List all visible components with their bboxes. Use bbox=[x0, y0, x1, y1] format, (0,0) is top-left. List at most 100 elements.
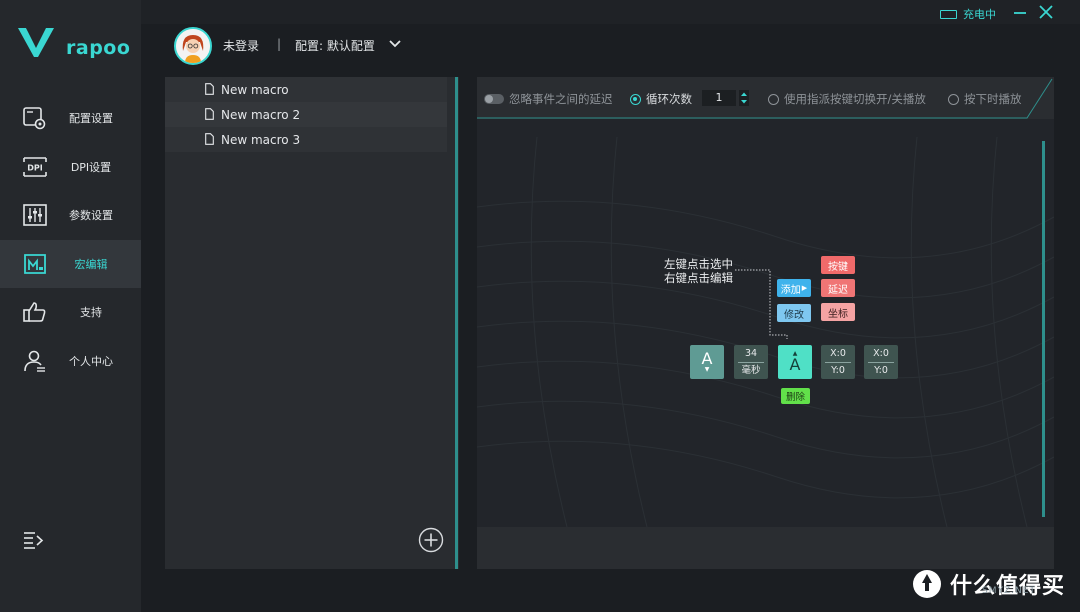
macro-name: New macro 3 bbox=[221, 132, 301, 147]
v-logo-icon bbox=[18, 28, 54, 57]
delay-event[interactable]: 34 毫秒 bbox=[734, 345, 768, 379]
sidebar-item-config[interactable]: 配置设置 bbox=[0, 94, 141, 143]
loop-count-stepper[interactable] bbox=[739, 90, 749, 106]
add-action-label: 添加 bbox=[780, 284, 801, 296]
sidebar-item-label: 宏编辑 bbox=[74, 257, 108, 271]
sidebar-item-label: DPI设置 bbox=[70, 160, 112, 174]
sidebar-item-label: 支持 bbox=[80, 306, 102, 320]
add-action-button[interactable]: 添加 ▶ bbox=[777, 279, 811, 297]
delay-value: 34 bbox=[744, 347, 758, 359]
macro-list-scrollbar[interactable] bbox=[455, 77, 458, 569]
user-icon bbox=[24, 350, 45, 372]
insert-coord-button[interactable]: 坐标 bbox=[821, 303, 855, 321]
header-separator: | bbox=[277, 37, 282, 51]
insert-coord-label: 坐标 bbox=[828, 308, 848, 320]
key-label: A bbox=[789, 355, 801, 374]
macro-list: New macro New macro 2 New macro 3 bbox=[165, 77, 447, 152]
list-item[interactable]: New macro 3 bbox=[165, 127, 447, 152]
avatar[interactable] bbox=[174, 27, 212, 65]
delete-event-button[interactable]: 删除 bbox=[781, 388, 810, 404]
login-status[interactable]: 未登录 bbox=[223, 37, 259, 54]
delay-unit: 毫秒 bbox=[741, 364, 761, 376]
watermark-logo-icon bbox=[913, 570, 941, 598]
background-grid-pattern bbox=[477, 136, 1054, 528]
macro-list-panel: New macro New macro 2 New macro 3 bbox=[165, 77, 459, 569]
sidebar-item-profile[interactable]: 个人中心 bbox=[0, 337, 141, 386]
sidebar-nav: 配置设置 DPI DPI设置 参数设置 宏编辑 支持 个人中心 bbox=[0, 94, 141, 385]
radio-loop-count[interactable] bbox=[630, 93, 641, 105]
macro-options-bar: 忽略事件之间的延迟 循环次数 1 使用指派按键切换开/关播放 按下时播放 bbox=[477, 77, 1054, 119]
title-bar: 充电中 bbox=[141, 0, 1080, 24]
file-icon bbox=[205, 108, 214, 120]
editor-footer bbox=[477, 527, 1054, 569]
coord-x: X:0 bbox=[830, 347, 846, 359]
key-up-event[interactable]: ▲ A bbox=[778, 345, 812, 379]
macro-name: New macro 2 bbox=[221, 107, 301, 122]
toggle-assigned-label: 使用指派按键切换开/关播放 bbox=[784, 92, 926, 106]
charge-status: 充电中 bbox=[940, 6, 996, 22]
list-item[interactable]: New macro 2 bbox=[165, 102, 447, 127]
coord-event[interactable]: X:0 Y:0 bbox=[821, 345, 855, 379]
svg-text:DPI: DPI bbox=[27, 163, 43, 172]
editor-scrollbar[interactable] bbox=[1042, 141, 1045, 517]
toggle-switch[interactable] bbox=[484, 94, 504, 104]
rapoo-logo: rapoo bbox=[18, 26, 131, 62]
radio-toggle-assigned[interactable] bbox=[768, 93, 779, 105]
close-icon[interactable] bbox=[1038, 4, 1054, 20]
sidebar-item-label: 个人中心 bbox=[69, 354, 113, 368]
macro-icon bbox=[24, 253, 46, 274]
coord-y: Y:0 bbox=[874, 364, 888, 376]
hint-right-click: 右键点击编辑 bbox=[664, 271, 733, 285]
loop-count-option[interactable]: 循环次数 bbox=[630, 91, 692, 107]
insert-key-label: 按键 bbox=[828, 261, 848, 273]
loop-count-input[interactable]: 1 bbox=[702, 90, 736, 106]
toggle-assigned-option[interactable]: 使用指派按键切换开/关播放 bbox=[768, 91, 926, 107]
insert-delay-button[interactable]: 延迟 bbox=[821, 279, 855, 297]
radio-play-while-pressed[interactable] bbox=[948, 93, 959, 105]
file-icon bbox=[205, 133, 214, 145]
tile-divider bbox=[868, 361, 894, 363]
watermark: 什么值得买 SMYZ.NET bbox=[912, 568, 1065, 600]
collapse-menu-icon[interactable] bbox=[22, 530, 44, 550]
coord-x: X:0 bbox=[873, 347, 889, 359]
sliders-icon bbox=[23, 204, 47, 226]
modify-action-button[interactable]: 修改 bbox=[777, 304, 811, 322]
key-down-arrow-icon: ▼ bbox=[704, 366, 710, 373]
charge-status-text: 充电中 bbox=[963, 8, 996, 21]
coord-event[interactable]: X:0 Y:0 bbox=[864, 345, 898, 379]
config-icon bbox=[23, 107, 46, 130]
sidebar-item-support[interactable]: 支持 bbox=[0, 288, 141, 337]
add-macro-button[interactable] bbox=[418, 527, 444, 553]
key-down-event[interactable]: A ▼ bbox=[690, 345, 724, 379]
avatar-icon bbox=[176, 29, 210, 63]
sidebar-item-label: 参数设置 bbox=[69, 209, 113, 223]
play-while-pressed-option[interactable]: 按下时播放 bbox=[948, 91, 1022, 107]
list-item[interactable]: New macro bbox=[165, 77, 447, 102]
ignore-delay-label: 忽略事件之间的延迟 bbox=[509, 92, 613, 106]
config-selector[interactable]: 配置: 默认配置 bbox=[295, 37, 375, 54]
tile-divider bbox=[738, 361, 764, 363]
file-icon bbox=[205, 83, 214, 95]
battery-icon bbox=[940, 9, 957, 19]
dpi-icon: DPI bbox=[23, 156, 47, 177]
header: 未登录 | 配置: 默认配置 bbox=[141, 24, 1080, 74]
sidebar: rapoo 配置设置 DPI DPI设置 参数设置 宏编辑 支持 个人中心 bbox=[0, 0, 141, 612]
sidebar-item-macro[interactable]: 宏编辑 bbox=[0, 239, 141, 288]
insert-delay-label: 延迟 bbox=[828, 284, 848, 296]
macro-editor: 忽略事件之间的延迟 循环次数 1 使用指派按键切换开/关播放 按下时播放 左键点… bbox=[477, 77, 1054, 569]
delete-event-label: 删除 bbox=[785, 392, 805, 403]
play-while-pressed-label: 按下时播放 bbox=[964, 92, 1022, 106]
ignore-delay-toggle[interactable]: 忽略事件之间的延迟 bbox=[484, 91, 613, 107]
hint-left-click: 左键点击选中 bbox=[664, 257, 733, 271]
brand-text: rapoo bbox=[66, 37, 131, 59]
sidebar-item-dpi[interactable]: DPI DPI设置 bbox=[0, 143, 141, 192]
thumbs-up-icon bbox=[23, 302, 46, 322]
minimize-icon[interactable] bbox=[1012, 4, 1028, 20]
insert-key-button[interactable]: 按键 bbox=[821, 256, 855, 274]
chevron-down-icon[interactable] bbox=[388, 38, 402, 50]
macro-name: New macro bbox=[221, 82, 289, 97]
sidebar-item-label: 配置设置 bbox=[69, 112, 113, 126]
sidebar-item-params[interactable]: 参数设置 bbox=[0, 191, 141, 240]
editor-hint: 左键点击选中 右键点击编辑 bbox=[664, 257, 733, 285]
coord-y: Y:0 bbox=[831, 364, 845, 376]
